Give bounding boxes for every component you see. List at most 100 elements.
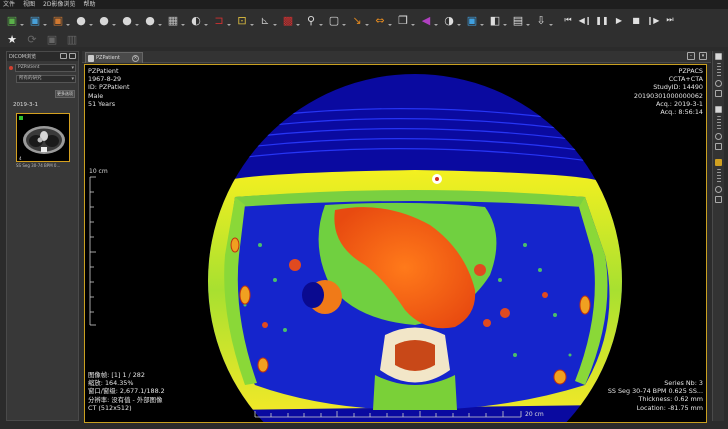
series-description: SS Seg 30-74 BPM 0.625 SS... bbox=[607, 387, 703, 396]
invert-icon[interactable]: ◑ bbox=[441, 12, 461, 28]
refresh-icon[interactable]: ⟳ bbox=[26, 33, 38, 46]
import-icon[interactable]: ▣ bbox=[27, 12, 47, 28]
download-icon[interactable]: ⇩ bbox=[533, 12, 553, 28]
resolution: 分辨率: 没有值 - 外部图像 bbox=[88, 395, 163, 404]
thumbnail-image: 4 bbox=[17, 114, 69, 161]
rotate-tool-icon[interactable]: ● bbox=[142, 12, 162, 28]
patient-birthdate: 1967-8-29 bbox=[88, 75, 122, 84]
rectangle-roi-icon[interactable]: ▩ bbox=[280, 12, 300, 28]
series-row: 所有的研究 bbox=[16, 74, 76, 83]
next-frame-icon[interactable]: ❙▶ bbox=[647, 12, 660, 28]
main-toolbar: ▣ ▣ ▣ ● ● ● ● ▦ ◐ ⊐ ⊡ ⊾ ▩ ⚲ ▢ ↘ ⇔ ❐ ◀ ◑ ▣ ◧ ▤ ⇩ ⏮ ◀❙ ❚❚ ▶ ■ ❙▶ ⏭ bbox=[0, 9, 728, 31]
measure-icon[interactable]: ◐ bbox=[188, 12, 208, 28]
right-sidebar bbox=[712, 51, 724, 421]
acquisition-date: Acq.: 2019-3-1 bbox=[655, 99, 703, 108]
acquisition-time: Acq.: 8:56:14 bbox=[660, 108, 703, 117]
settings-3-icon[interactable] bbox=[715, 196, 722, 203]
mpr-icon[interactable]: ◧ bbox=[487, 12, 507, 28]
last-frame-icon[interactable]: ⏭ bbox=[664, 12, 676, 28]
series-thumbnail[interactable]: 4 bbox=[16, 113, 70, 162]
menu-file[interactable]: 文件 bbox=[3, 0, 15, 9]
series-number: Series Nb: 3 bbox=[664, 379, 703, 387]
viewer-tab-strip: PZPatient × – ▾ bbox=[82, 51, 711, 63]
close-tab-icon[interactable]: × bbox=[132, 54, 139, 62]
panel-header: DICOM浏览 bbox=[7, 52, 78, 61]
favorite-icon[interactable]: ★ bbox=[6, 33, 18, 46]
mark-icon[interactable]: ▣ bbox=[46, 33, 58, 46]
settings-2-icon[interactable] bbox=[715, 143, 722, 150]
tab-label: PZPatient bbox=[96, 55, 120, 61]
first-frame-icon[interactable]: ⏮ bbox=[562, 12, 574, 28]
slice-location: Location: -81.75 mm bbox=[636, 403, 703, 412]
more-options-button[interactable]: 更多选项 bbox=[55, 90, 75, 98]
overlay-top-left: PZPatient 1967-8-29 ID: PZPatient Male 5… bbox=[88, 67, 129, 108]
selected-marker-icon bbox=[19, 116, 23, 120]
patient-id: ID: PZPatient bbox=[88, 83, 130, 92]
play-icon[interactable]: ▶ bbox=[613, 12, 625, 28]
overlay-bottom-left: 图像帧: [1] 1 / 282 缩放: 164.35% 窗口/窗级: 2,67… bbox=[88, 371, 165, 412]
viewer-menu-icon[interactable]: ▾ bbox=[699, 52, 707, 60]
pause-icon[interactable]: ❚❚ bbox=[595, 12, 608, 28]
pseudo-color-icon[interactable]: ▣ bbox=[464, 12, 484, 28]
slice-thickness: Thickness: 0.62 mm bbox=[638, 395, 703, 404]
magnifier-icon[interactable]: ⚲ bbox=[303, 12, 323, 28]
viewer-window-controls: – ▾ bbox=[687, 52, 707, 60]
panel-title: DICOM浏览 bbox=[9, 54, 37, 60]
minimize-panel-icon[interactable] bbox=[60, 53, 67, 59]
vertical-scale-label: 10 cm bbox=[89, 168, 108, 175]
study-date: 2019-3-1 bbox=[13, 102, 38, 108]
export-icon[interactable]: ▣ bbox=[50, 12, 70, 28]
stop-icon[interactable]: ■ bbox=[630, 12, 642, 28]
angle-icon[interactable]: ⊾ bbox=[257, 12, 277, 28]
probe-icon[interactable]: ▢ bbox=[326, 12, 346, 28]
zoom-tool-icon[interactable]: ● bbox=[119, 12, 139, 28]
patient-sex: Male bbox=[88, 91, 104, 100]
flip-icon[interactable]: ⇔ bbox=[372, 12, 392, 28]
eye-2-icon[interactable] bbox=[715, 133, 722, 140]
dicom-browser-panel: DICOM浏览 PZPatient 所有的研究 更多选项 2019-3-1 4 … bbox=[6, 51, 79, 421]
study-description: CCTA+CTA bbox=[668, 75, 703, 84]
patient-age: 51 Years bbox=[88, 99, 116, 108]
image-viewport[interactable]: PZPatient 1967-8-29 ID: PZPatient Male 5… bbox=[84, 64, 707, 423]
tab-patient[interactable]: PZPatient × bbox=[85, 52, 143, 63]
layout-grid-icon[interactable]: ▦ bbox=[165, 12, 185, 28]
patient-status-icon bbox=[9, 65, 13, 70]
window-level-icon[interactable]: ● bbox=[96, 12, 116, 28]
maximize-panel-icon[interactable] bbox=[69, 53, 76, 59]
study-filter-select[interactable]: 所有的研究 bbox=[16, 74, 76, 83]
menu-2d-browse[interactable]: 2D影像浏览 bbox=[43, 0, 75, 9]
folder-icon[interactable] bbox=[715, 159, 722, 166]
eye-3-icon[interactable] bbox=[715, 186, 722, 193]
reset-icon[interactable]: ◀ bbox=[418, 12, 438, 28]
roi-icon[interactable]: ⊡ bbox=[234, 12, 254, 28]
overlay-top-right: PZPACS CCTA+CTA StudyID: 14490 201903010… bbox=[634, 67, 703, 116]
prev-frame-icon[interactable]: ◀❙ bbox=[579, 12, 592, 28]
panel-toggle-icon[interactable] bbox=[715, 53, 722, 60]
delete-icon[interactable]: ▥ bbox=[66, 33, 78, 46]
minimize-viewer-icon[interactable]: – bbox=[687, 52, 695, 60]
vertical-tab-label[interactable] bbox=[716, 63, 721, 77]
pan-icon[interactable]: ● bbox=[73, 12, 93, 28]
annotation-icon[interactable]: ⊐ bbox=[211, 12, 231, 28]
vertical-tab-label-2[interactable] bbox=[716, 116, 721, 130]
panel-toggle-2-icon[interactable] bbox=[715, 106, 722, 113]
open-study-icon[interactable]: ▣ bbox=[4, 12, 24, 28]
menu-view[interactable]: 视图 bbox=[23, 0, 35, 9]
vertical-tab-label-3[interactable] bbox=[716, 169, 721, 183]
vertical-scale-bar bbox=[89, 176, 96, 326]
eye-icon[interactable] bbox=[715, 80, 722, 87]
arrow-icon[interactable]: ↘ bbox=[349, 12, 369, 28]
horizontal-scale-label: 20 cm bbox=[525, 411, 544, 418]
copy-icon[interactable]: ❐ bbox=[395, 12, 415, 28]
menu-help[interactable]: 帮助 bbox=[83, 0, 95, 9]
frame-counter: 图像帧: [1] 1 / 282 bbox=[88, 371, 145, 379]
accession-number: 20190301000000062 bbox=[633, 91, 703, 100]
patient-row: PZPatient bbox=[9, 63, 76, 72]
patient-select[interactable]: PZPatient bbox=[15, 63, 76, 72]
thumbnail-label: SS Seg 30-74 BPM 0... bbox=[16, 163, 61, 168]
save-image-icon[interactable]: ▤ bbox=[510, 12, 530, 28]
patient-name: PZPatient bbox=[88, 67, 119, 75]
institution: PZPACS bbox=[678, 67, 703, 75]
document-icon bbox=[88, 54, 94, 62]
settings-icon[interactable] bbox=[715, 90, 722, 97]
